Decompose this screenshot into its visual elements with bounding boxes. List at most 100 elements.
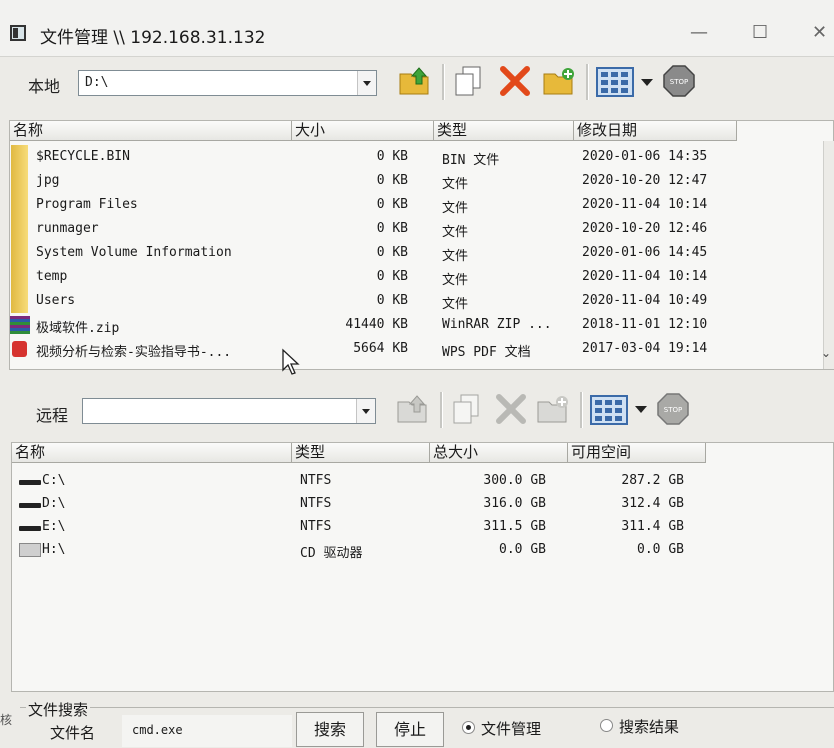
view-icon[interactable] (596, 65, 634, 99)
minimize-button[interactable]: — (690, 22, 708, 43)
file-name: $RECYCLE.BIN (36, 149, 130, 164)
file-row[interactable]: temp 0 KB 文件 2020-11-04 10:14 (10, 265, 833, 289)
column-header-total[interactable]: 总大小 (430, 443, 568, 463)
stop-icon-label: STOP (664, 406, 682, 414)
file-type: 文件 (442, 249, 469, 264)
drive-name: H:\ (42, 542, 66, 557)
view-dropdown-icon[interactable] (635, 406, 647, 419)
file-type: 文件 (442, 273, 469, 288)
drive-name: C:\ (42, 473, 66, 488)
file-row[interactable]: Users 0 KB 文件 2020-11-04 10:49 (10, 289, 833, 313)
drive-free: 0.0 GB (637, 542, 684, 557)
drive-icon (19, 503, 41, 508)
file-size: 5664 KB (353, 341, 408, 356)
file-date: 2020-11-04 10:14 (582, 197, 708, 212)
stop-icon[interactable]: STOP (656, 392, 690, 426)
copy-icon[interactable] (452, 64, 486, 98)
file-size: 0 KB (376, 197, 408, 212)
file-name: Program Files (36, 197, 138, 212)
column-header-date[interactable]: 修改日期 (574, 121, 737, 141)
column-header-size[interactable]: 大小 (292, 121, 434, 141)
file-date: 2020-01-06 14:45 (582, 245, 708, 260)
folder-icon (11, 145, 28, 169)
drive-name: D:\ (42, 496, 66, 511)
delete-icon[interactable] (494, 392, 528, 426)
file-date: 2020-01-06 14:35 (582, 149, 708, 164)
drive-row[interactable]: H:\ CD 驱动器 0.0 GB 0.0 GB (12, 538, 833, 562)
close-button[interactable]: ✕ (812, 22, 827, 43)
chevron-down-icon[interactable] (356, 399, 375, 423)
file-row[interactable]: Program Files 0 KB 文件 2020-11-04 10:14 (10, 193, 833, 217)
file-row[interactable]: $RECYCLE.BIN 0 KB BIN 文件 2020-01-06 14:35 (10, 145, 833, 169)
drive-total: 311.5 GB (483, 519, 546, 534)
local-path-combobox[interactable]: D:\ (78, 70, 377, 96)
stop-search-button[interactable]: 停止 (376, 712, 444, 747)
file-row[interactable]: jpg 0 KB 文件 2020-10-20 12:47 (10, 169, 833, 193)
view-dropdown-icon[interactable] (641, 79, 653, 92)
view-icon[interactable] (590, 393, 628, 427)
local-file-list[interactable]: 名称 大小 类型 修改日期 $RECYCLE.BIN 0 KB BIN 文件 2020… (9, 120, 834, 370)
file-search-group-label: 文件搜索 (26, 699, 91, 720)
file-size: 0 KB (376, 221, 408, 236)
file-name: runmager (36, 221, 99, 236)
remote-path-combobox[interactable] (82, 398, 376, 424)
column-header-type[interactable]: 类型 (434, 121, 574, 141)
column-header-name[interactable]: 名称 (10, 121, 292, 141)
drive-free: 312.4 GB (621, 496, 684, 511)
new-folder-icon[interactable] (542, 64, 576, 98)
file-size: 0 KB (376, 269, 408, 284)
radio-search-results[interactable] (600, 719, 613, 732)
file-name: System Volume Information (36, 245, 232, 260)
column-header-name[interactable]: 名称 (12, 443, 292, 463)
filename-input-value: cmd.exe (132, 723, 183, 737)
folder-icon (11, 217, 28, 241)
file-row[interactable]: 视频分析与检索-实验指导书-... 5664 KB WPS PDF 文档 2017-0… (10, 337, 833, 361)
file-size: 0 KB (376, 293, 408, 308)
chevron-down-icon[interactable] (357, 71, 376, 95)
new-folder-icon[interactable] (536, 392, 570, 426)
file-type: 文件 (442, 201, 469, 216)
maximize-button[interactable]: ☐ (752, 22, 768, 43)
folder-icon (11, 265, 28, 289)
scroll-down-icon[interactable]: ⌄ (821, 346, 831, 360)
remote-drive-list[interactable]: 名称 类型 总大小 可用空间 C:\ NTFS 300.0 GB 287.2 GB D:… (11, 442, 834, 692)
pdf-icon (12, 341, 27, 357)
file-date: 2020-11-04 10:49 (582, 293, 708, 308)
stop-icon[interactable]: STOP (662, 64, 696, 98)
delete-icon[interactable] (498, 64, 532, 98)
filename-input[interactable]: cmd.exe (122, 715, 292, 747)
local-path-value: D:\ (85, 75, 109, 90)
drive-total: 300.0 GB (483, 473, 546, 488)
file-name: Users (36, 293, 76, 308)
folder-up-icon[interactable] (398, 64, 432, 98)
drive-row[interactable]: C:\ NTFS 300.0 GB 287.2 GB (12, 469, 833, 493)
stop-icon-label: STOP (670, 78, 688, 86)
filename-label: 文件名 (50, 724, 96, 742)
file-type: 文件 (442, 297, 469, 312)
folder-up-icon[interactable] (396, 392, 430, 426)
file-row[interactable]: System Volume Information 0 KB 文件 2020-01-0… (10, 241, 833, 265)
file-date: 2020-10-20 12:47 (582, 173, 708, 188)
drive-type: NTFS (300, 496, 332, 511)
app-icon (10, 25, 26, 41)
copy-icon[interactable] (450, 392, 484, 426)
local-scrollbar[interactable] (823, 141, 834, 369)
toolbar-separator (580, 392, 583, 428)
toolbar-separator (440, 392, 443, 428)
file-row[interactable]: runmager 0 KB 文件 2020-10-20 12:46 (10, 217, 833, 241)
drive-total: 316.0 GB (483, 496, 546, 511)
file-row[interactable]: 极域软件.zip 41440 KB WinRAR ZIP ... 2018-11-01… (10, 313, 833, 337)
toolbar-separator (586, 64, 589, 100)
search-button[interactable]: 搜索 (296, 712, 364, 747)
file-date: 2018-11-01 12:10 (582, 317, 708, 332)
radio-file-manage[interactable] (462, 721, 475, 734)
drive-row[interactable]: D:\ NTFS 316.0 GB 312.4 GB (12, 492, 833, 516)
window-title: 文件管理 \\ 192.168.31.132 (40, 28, 266, 48)
column-header-free[interactable]: 可用空间 (568, 443, 706, 463)
radio-search-results-label: 搜索结果 (619, 718, 680, 736)
file-type: 文件 (442, 225, 469, 240)
file-size: 41440 KB (345, 317, 408, 332)
file-type: BIN 文件 (442, 153, 500, 168)
column-header-type[interactable]: 类型 (292, 443, 430, 463)
drive-row[interactable]: E:\ NTFS 311.5 GB 311.4 GB (12, 515, 833, 539)
